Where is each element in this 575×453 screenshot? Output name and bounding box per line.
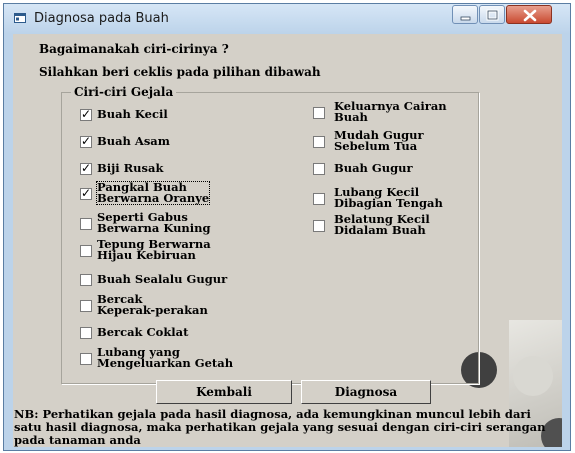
checkbox-label: Mudah Gugur Sebelum Tua (334, 128, 424, 153)
diagnose-button[interactable]: Diagnosa (301, 380, 431, 404)
maximize-button[interactable] (479, 5, 505, 24)
checkbox[interactable] (313, 163, 325, 175)
checkbox[interactable] (80, 274, 92, 286)
checkbox[interactable] (313, 220, 325, 232)
groupbox-label: Ciri-ciri Gejala (71, 85, 177, 99)
note-text: NB: Perhatikan gejala pada hasil diagnos… (14, 407, 546, 447)
close-icon (523, 9, 537, 22)
checkbox-label: Buah Kecil (97, 107, 168, 121)
question-heading: Bagaimanakah ciri-cirinya ? (39, 42, 229, 56)
checkbox[interactable]: ✓ (80, 161, 92, 175)
back-button[interactable]: Kembali (156, 380, 292, 404)
checkbox-label: Pangkal Buah Berwarna Oranye (95, 180, 211, 205)
minimize-button[interactable] (452, 5, 478, 24)
checkbox-label: Biji Rusak (97, 161, 164, 175)
minimize-icon (460, 16, 471, 21)
checkbox-label: Buah Asam (97, 134, 170, 148)
checkbox[interactable]: ✓ (80, 107, 92, 121)
dialog-client-area: Bagaimanakah ciri-cirinya ? Silahkan ber… (13, 34, 562, 447)
checkbox-label: Buah Sealalu Gugur (97, 272, 228, 286)
window-title: Diagnosa pada Buah (34, 11, 169, 26)
app-icon (14, 13, 26, 23)
checkbox-label: Tepung Berwarna Hijau Kebiruan (97, 237, 211, 262)
checkbox[interactable] (313, 193, 325, 205)
instruction-text: Silahkan beri ceklis pada pilihan dibawa… (39, 65, 321, 79)
close-button[interactable] (506, 5, 552, 24)
checkbox[interactable] (80, 218, 92, 230)
checkbox[interactable] (80, 353, 92, 365)
checkmark-icon: ✓ (81, 134, 92, 148)
checkmark-icon: ✓ (81, 161, 92, 175)
checkbox-label: Bercak Coklat (97, 325, 189, 339)
checkbox[interactable] (313, 136, 325, 148)
checkbox[interactable] (80, 327, 92, 339)
checkbox-label: Lubang Kecil Dibagian Tengah (334, 185, 443, 210)
title-bar[interactable]: Diagnosa pada Buah (4, 4, 570, 34)
checkmark-icon: ✓ (81, 107, 92, 121)
checkbox-label: Belatung Kecil Didalam Buah (334, 212, 430, 237)
checkbox-label: Bercak Keperak-perakan (97, 292, 208, 317)
checkmark-icon: ✓ (81, 186, 92, 200)
checkbox-label: Buah Gugur (334, 161, 413, 175)
checkbox[interactable]: ✓ (80, 186, 92, 200)
checkbox[interactable] (80, 245, 92, 257)
checkbox-label: Keluarnya Cairan Buah (334, 99, 447, 124)
checkbox-label: Seperti Gabus Berwarna Kuning (97, 210, 211, 235)
checkbox[interactable] (80, 300, 92, 312)
decor-circle (513, 356, 553, 396)
checkbox[interactable]: ✓ (80, 134, 92, 148)
maximize-icon (486, 9, 499, 21)
checkbox-label: Lubang yang Mengeluarkan Getah (97, 345, 234, 370)
app-window: Diagnosa pada Buah Bagaimanakah ciri-cir… (3, 3, 571, 451)
checkbox[interactable] (313, 107, 325, 119)
